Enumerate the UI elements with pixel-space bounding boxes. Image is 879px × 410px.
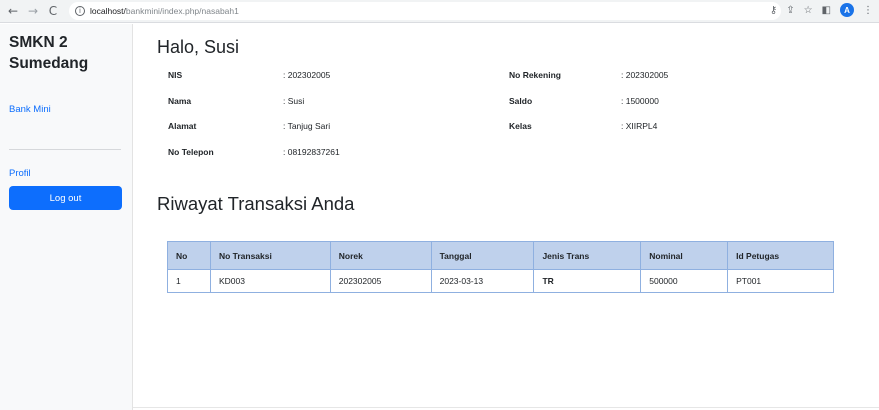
rekening-label: No Rekening bbox=[509, 70, 561, 80]
page-bottom-divider bbox=[133, 407, 879, 408]
column-header-nominal: Nominal bbox=[640, 241, 729, 270]
star-icon[interactable]: ☆ bbox=[804, 5, 813, 16]
page-title: Halo, Susi bbox=[157, 37, 240, 57]
nis-label: NIS bbox=[168, 70, 183, 80]
sidebar-icon[interactable]: ◧ bbox=[822, 5, 831, 16]
url-host: localhost/ bbox=[90, 6, 126, 16]
cell-jenis-trans: TR bbox=[533, 269, 642, 293]
reload-icon[interactable]: C bbox=[45, 3, 61, 19]
nama-value: : Susi bbox=[283, 96, 305, 106]
profile-icon[interactable]: A bbox=[840, 3, 854, 17]
nis-value: : 202302005 bbox=[283, 70, 331, 80]
cell-no-transaksi: KD003 bbox=[209, 269, 331, 293]
kelas-label: Kelas bbox=[509, 121, 532, 131]
column-header-jenis-trans: Jenis Trans bbox=[533, 241, 642, 270]
cell-no: 1 bbox=[167, 269, 211, 293]
telepon-label: No Telepon bbox=[168, 147, 214, 157]
menu-icon[interactable]: ⋮ bbox=[863, 5, 873, 16]
saldo-value: : 1500000 bbox=[621, 96, 659, 106]
alamat-value: : Tanjug Sari bbox=[283, 121, 331, 131]
browser-toolbar: ← → C i localhost/bankmini/index.php/nas… bbox=[0, 0, 879, 23]
forward-arrow-icon[interactable]: → bbox=[25, 3, 41, 19]
browser-actions: ⚷ ⇪ ☆ ◧ A ⋮ bbox=[770, 3, 873, 17]
column-header-no-transaksi: No Transaksi bbox=[209, 241, 331, 270]
alamat-label: Alamat bbox=[168, 121, 197, 131]
logout-button[interactable]: Log out bbox=[9, 186, 122, 210]
column-header-norek: Norek bbox=[329, 241, 432, 270]
share-icon[interactable]: ⇪ bbox=[786, 5, 794, 16]
nama-label: Nama bbox=[168, 96, 192, 106]
telepon-value: : 08192837261 bbox=[283, 147, 340, 157]
saldo-label: Saldo bbox=[509, 96, 533, 106]
key-icon[interactable]: ⚷ bbox=[770, 5, 777, 16]
column-header-tanggal: Tanggal bbox=[430, 241, 535, 270]
column-header-id-petugas: Id Petugas bbox=[727, 241, 834, 270]
cell-tanggal: 2023-03-13 bbox=[430, 269, 535, 293]
cell-norek: 202302005 bbox=[329, 269, 432, 293]
rekening-value: : 202302005 bbox=[621, 70, 669, 80]
kelas-value: : XIIRPL4 bbox=[621, 121, 658, 131]
transaction-table: No No Transaksi Norek Tanggal Jenis Tran… bbox=[167, 241, 834, 293]
column-header-no: No bbox=[167, 241, 211, 270]
table-row: 1 KD003 202302005 2023-03-13 TR 500000 P… bbox=[167, 269, 834, 293]
sidebar-divider bbox=[9, 149, 121, 150]
url-path: bankmini/index.php/nasabah1 bbox=[125, 6, 239, 16]
table-header-row: No No Transaksi Norek Tanggal Jenis Tran… bbox=[167, 241, 834, 270]
sidebar-item-bank-mini[interactable]: Bank Mini bbox=[9, 104, 51, 115]
site-info-icon[interactable]: i bbox=[75, 6, 85, 16]
brand-title: SMKN 2 Sumedang bbox=[9, 34, 89, 72]
sidebar-item-profil[interactable]: Profil bbox=[9, 168, 31, 179]
sidebar: SMKN 2 Sumedang Bank Mini Profil Log out bbox=[0, 24, 133, 410]
history-title: Riwayat Transaksi Anda bbox=[157, 193, 355, 214]
back-arrow-icon[interactable]: ← bbox=[5, 3, 21, 19]
cell-nominal: 500000 bbox=[640, 269, 729, 293]
address-bar[interactable]: i localhost/bankmini/index.php/nasabah1 bbox=[69, 2, 781, 20]
cell-id-petugas: PT001 bbox=[727, 269, 834, 293]
